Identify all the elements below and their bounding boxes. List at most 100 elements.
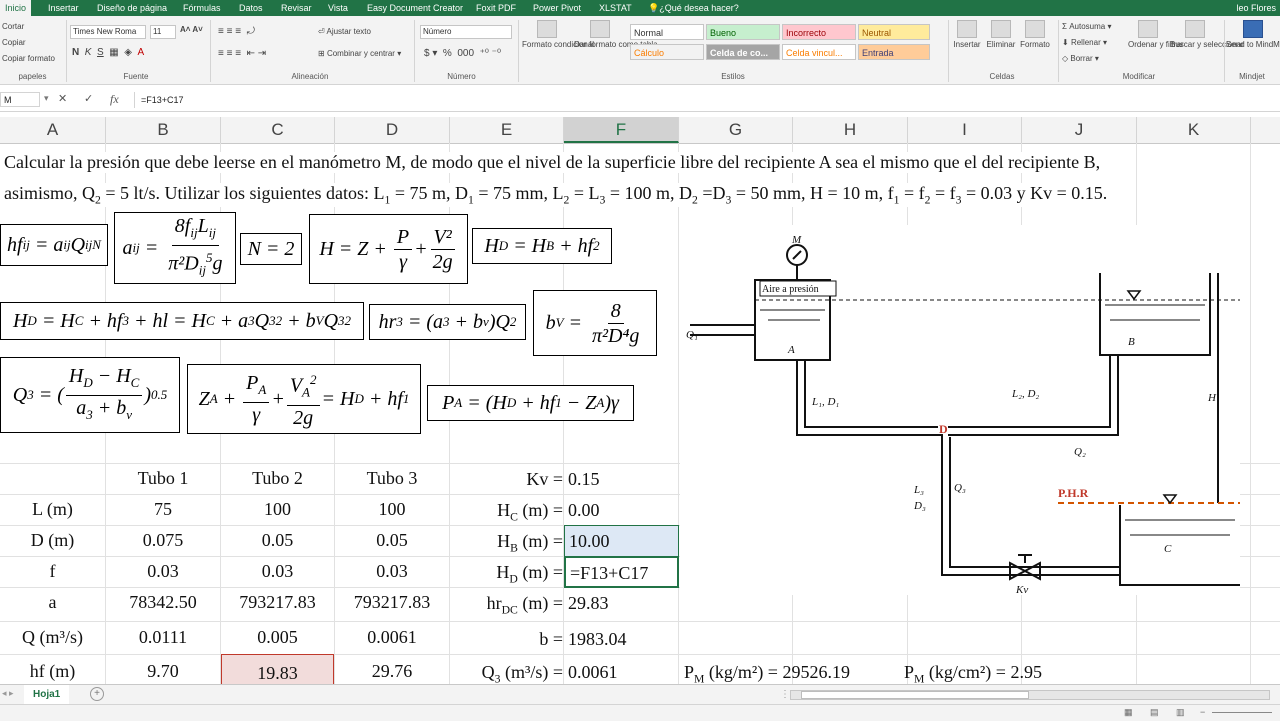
tab-power-pivot[interactable]: Power Pivot <box>533 0 581 16</box>
zoom-out-icon[interactable]: − <box>1200 707 1205 717</box>
align-left-icons[interactable]: ≡ ≡ ≡ ⇤ ⇥ <box>218 48 266 59</box>
label-hd[interactable]: HD (m) = <box>450 557 563 588</box>
column-header-h[interactable]: H <box>793 117 908 143</box>
wrap-text-button[interactable]: ⏎ Ajustar texto <box>318 27 371 36</box>
tab-insertar[interactable]: Insertar <box>48 0 79 16</box>
value-q3[interactable]: 0.0061 <box>564 657 678 686</box>
tab-formulas[interactable]: Fórmulas <box>183 0 221 16</box>
tab-vista[interactable]: Vista <box>328 0 348 16</box>
value-kv[interactable]: 0.15 <box>564 464 678 495</box>
cell-a-tubo1[interactable]: 78342.50 <box>106 587 220 618</box>
horizontal-scrollbar[interactable] <box>790 690 1270 700</box>
send-to-mindmanager-button[interactable]: Send to MindManager <box>1226 20 1280 50</box>
cell-d-tubo3[interactable]: 0.05 <box>335 525 449 556</box>
name-box-dropdown-icon[interactable]: ▾ <box>44 93 49 104</box>
cell-hf-tubo2[interactable]: 19.83 <box>221 654 334 686</box>
delete-cells-button[interactable]: Eliminar <box>984 20 1018 50</box>
value-hc[interactable]: 0.00 <box>564 495 678 526</box>
cell-f-tubo1[interactable]: 0.03 <box>106 556 220 587</box>
column-header-f[interactable]: F <box>564 117 679 143</box>
cell-f-tubo2[interactable]: 0.03 <box>221 556 334 587</box>
style-celda-vinculada[interactable]: Celda vincul... <box>782 44 856 60</box>
enter-icon[interactable]: ✓ <box>84 92 93 105</box>
format-cells-button[interactable]: Formato <box>1018 20 1052 50</box>
cell-q-tubo3[interactable]: 0.0061 <box>335 622 449 653</box>
header-tubo-2[interactable]: Tubo 2 <box>221 463 334 494</box>
format-painter-button[interactable]: Copiar formato <box>2 54 55 63</box>
page-break-icon[interactable]: ▥ <box>1176 707 1185 718</box>
sheet-tab-hoja1[interactable]: Hoja1 <box>24 685 70 706</box>
horizontal-scrollbar-thumb[interactable] <box>801 691 1029 699</box>
font-size-select[interactable]: 11 <box>150 25 176 39</box>
value-hd-editing[interactable]: =F13+C17 <box>564 556 679 588</box>
value-b[interactable]: 1983.04 <box>564 624 678 655</box>
style-incorrecto[interactable]: Incorrecto <box>782 24 856 40</box>
tab-datos[interactable]: Datos <box>239 0 263 16</box>
tab-easy-document-creator[interactable]: Easy Document Creator <box>367 0 463 16</box>
insert-function-icon[interactable]: fx <box>110 92 119 107</box>
user-name[interactable]: leo Flores <box>1236 0 1276 16</box>
normal-view-icon[interactable]: ▦ <box>1124 707 1133 718</box>
label-kv[interactable]: Kv = <box>450 464 563 495</box>
cell-d-tubo1[interactable]: 0.075 <box>106 525 220 556</box>
sort-filter-button[interactable]: Ordenar y filtrar <box>1128 20 1184 50</box>
label-hr[interactable]: hrDC (m) = <box>440 588 563 619</box>
cell-q-tubo2[interactable]: 0.005 <box>221 622 334 653</box>
fill-button[interactable]: ⬇ Rellenar ▾ <box>1062 38 1107 47</box>
merge-center-button[interactable]: ⊞ Combinar y centrar ▾ <box>318 49 401 58</box>
tell-me-search[interactable]: 💡¿Qué desea hacer? <box>648 0 739 16</box>
insert-cells-button[interactable]: Insertar <box>952 20 982 50</box>
value-hb[interactable]: 10.00 <box>564 525 679 557</box>
column-header-k[interactable]: K <box>1137 117 1251 143</box>
style-bueno[interactable]: Bueno <box>706 24 780 40</box>
cell-d-tubo2[interactable]: 0.05 <box>221 525 334 556</box>
worksheet-grid[interactable]: Calcular la presión que debe leerse en e… <box>0 143 1280 686</box>
cell-l-tubo1[interactable]: 75 <box>106 494 220 525</box>
autosum-button[interactable]: Σ Autosuma ▾ <box>1062 22 1111 31</box>
page-layout-icon[interactable]: ▤ <box>1150 707 1159 718</box>
column-header-a[interactable]: A <box>0 117 106 143</box>
find-select-button[interactable]: Buscar y seleccionar <box>1170 20 1244 50</box>
header-tubo-1[interactable]: Tubo 1 <box>106 463 220 494</box>
number-format-buttons[interactable]: $ ▾ % 000 ⁺⁰ ⁻⁰ <box>424 48 501 59</box>
style-neutral[interactable]: Neutral <box>858 24 930 40</box>
column-header-i[interactable]: I <box>908 117 1022 143</box>
style-calculo[interactable]: Cálculo <box>630 44 704 60</box>
number-format-select[interactable]: Número <box>420 25 512 39</box>
zoom-slider[interactable] <box>1212 712 1272 713</box>
cell-a-tubo2[interactable]: 793217.83 <box>221 587 334 618</box>
align-top-icons[interactable]: ≡ ≡ ≡ ⤾ <box>218 26 255 37</box>
row-label-l[interactable]: L (m) <box>0 494 105 525</box>
tab-diseno-pagina[interactable]: Diseño de página <box>97 0 167 16</box>
cell-l-tubo3[interactable]: 100 <box>335 494 449 525</box>
cell-hf-tubo3[interactable]: 29.76 <box>335 656 449 686</box>
add-sheet-icon[interactable]: + <box>90 687 104 701</box>
column-header-c[interactable]: C <box>221 117 335 143</box>
column-header-b[interactable]: B <box>106 117 221 143</box>
grow-font-icon[interactable]: A˄ A˅ <box>180 25 203 34</box>
format-as-table-button[interactable]: Dar formato como tabla <box>574 20 658 50</box>
value-hr[interactable]: 29.83 <box>564 588 678 619</box>
cell-a-tubo3[interactable]: 793217.83 <box>335 587 449 618</box>
name-box[interactable]: M <box>0 92 40 107</box>
clear-button[interactable]: ◇ Borrar ▾ <box>1062 54 1099 63</box>
row-label-a[interactable]: a <box>0 587 105 618</box>
cell-hf-tubo1[interactable]: 9.70 <box>106 656 220 686</box>
column-header-e[interactable]: E <box>450 117 564 143</box>
cell-q-tubo1[interactable]: 0.0111 <box>106 622 220 653</box>
row-label-f[interactable]: f <box>0 556 105 587</box>
tab-revisar[interactable]: Revisar <box>281 0 312 16</box>
font-format-buttons[interactable]: N K S ▦ ◈ A <box>72 47 144 58</box>
cell-l-tubo2[interactable]: 100 <box>221 494 334 525</box>
label-b[interactable]: b = <box>450 624 563 655</box>
result-pm-kg-cm2[interactable]: PM (kg/cm²) = 2.95 <box>900 657 1100 686</box>
label-q3[interactable]: Q3 (m³/s) = <box>440 657 563 686</box>
cancel-icon[interactable]: ✕ <box>58 92 67 105</box>
label-hb[interactable]: HB (m) = <box>450 526 563 557</box>
tab-xlstat[interactable]: XLSTAT <box>599 0 632 16</box>
scroll-options-icon[interactable]: ⋮ <box>780 689 790 700</box>
row-label-d[interactable]: D (m) <box>0 525 105 556</box>
cut-button[interactable]: Cortar <box>2 22 24 31</box>
tab-inicio[interactable]: Inicio <box>0 0 32 16</box>
tab-foxit-pdf[interactable]: Foxit PDF <box>476 0 516 16</box>
